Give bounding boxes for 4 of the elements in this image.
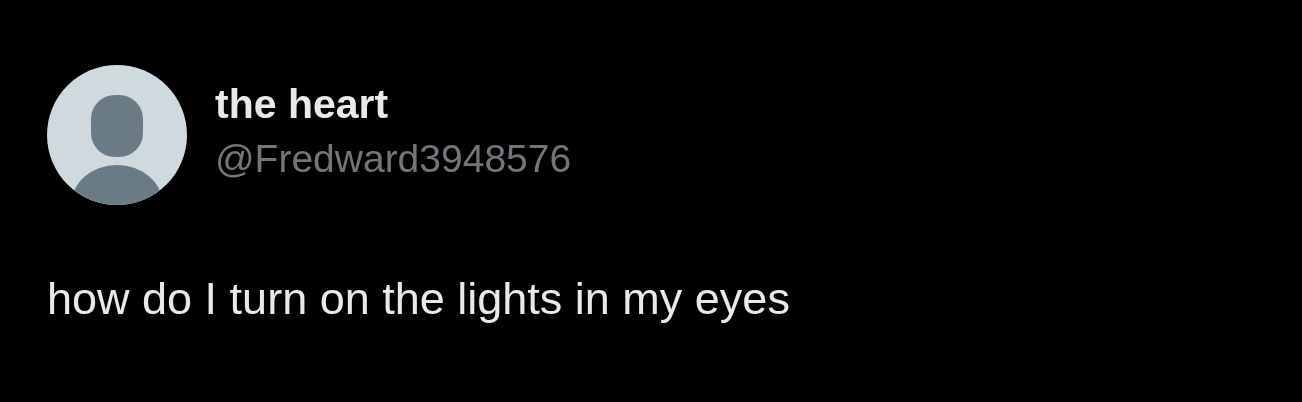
author-handle[interactable]: @Fredward3948576 xyxy=(215,136,572,182)
avatar-icon xyxy=(47,65,187,205)
post-text: how do I turn on the lights in my eyes xyxy=(47,272,791,326)
author-name[interactable]: the heart xyxy=(215,80,572,128)
